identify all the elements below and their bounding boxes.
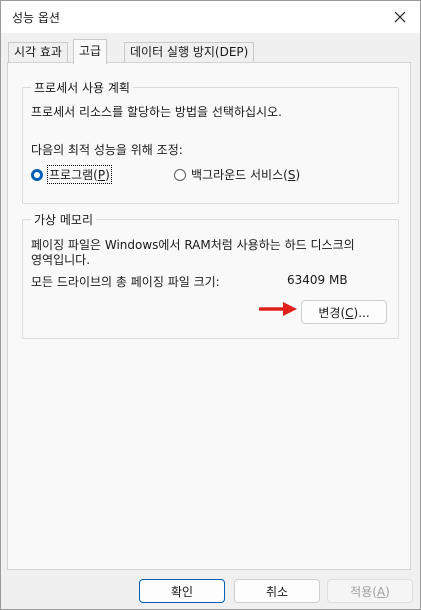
tab-label: 데이터 실행 방지(DEP) [130,45,249,59]
radio-background-services[interactable]: 백그라운드 서비스(S) [174,166,300,183]
ok-button-label: 확인 [170,584,194,599]
arrow-right-icon [259,302,297,316]
performance-options-dialog: 성능 옵션 시각 효과 고급 데이터 실행 방지(DEP) 프로세서 사용 계획… [0,0,421,610]
radio-programs-label: 프로그램(P) [47,165,112,184]
tab-label: 시각 효과 [14,45,62,59]
processor-scheduling-group: 프로세서 사용 계획 프로세서 리소스를 할당하는 방법을 선택하십시오. 다음… [22,79,399,204]
processor-scheduling-legend: 프로세서 사용 계획 [31,79,133,96]
title-bar: 성능 옵션 [1,1,420,33]
apply-button[interactable]: 적용(A) [327,579,413,603]
change-button-label: 변경(C)... [318,305,370,320]
cancel-button[interactable]: 취소 [234,579,320,603]
change-button[interactable]: 변경(C)... [301,300,387,324]
window-title: 성능 옵션 [12,11,60,25]
radio-background-indicator [174,168,186,181]
tab-label: 고급 [79,44,102,58]
close-button[interactable] [380,1,420,33]
paging-total-value: 63409 MB [287,273,348,287]
tab-dep[interactable]: 데이터 실행 방지(DEP) [124,42,255,62]
apply-button-label: 적용(A) [350,584,390,599]
ok-button[interactable]: 확인 [139,579,225,603]
advanced-tab-panel: 프로세서 사용 계획 프로세서 리소스를 할당하는 방법을 선택하십시오. 다음… [7,62,411,570]
radio-programs-indicator [31,168,43,181]
virtual-memory-legend: 가상 메모리 [31,211,97,228]
virtual-memory-description-line2: 영역입니다. [31,253,91,267]
paging-total-label: 모든 드라이브의 총 페이징 파일 크기: [31,275,220,289]
close-icon [394,11,406,23]
radio-background-label: 백그라운드 서비스(S) [191,168,301,182]
tab-advanced[interactable]: 고급 [73,39,108,64]
virtual-memory-group: 가상 메모리 페이징 파일은 Windows에서 RAM처럼 사용하는 하드 디… [22,211,399,339]
tab-visual-effects[interactable]: 시각 효과 [8,42,68,62]
cancel-button-label: 취소 [265,584,289,599]
radio-programs[interactable]: 프로그램(P) [31,165,112,184]
adjust-label: 다음의 최적 성능을 위해 조정: [31,143,183,157]
processor-description: 프로세서 리소스를 할당하는 방법을 선택하십시오. [31,105,282,119]
tab-strip: 시각 효과 고급 데이터 실행 방지(DEP) [1,33,420,64]
